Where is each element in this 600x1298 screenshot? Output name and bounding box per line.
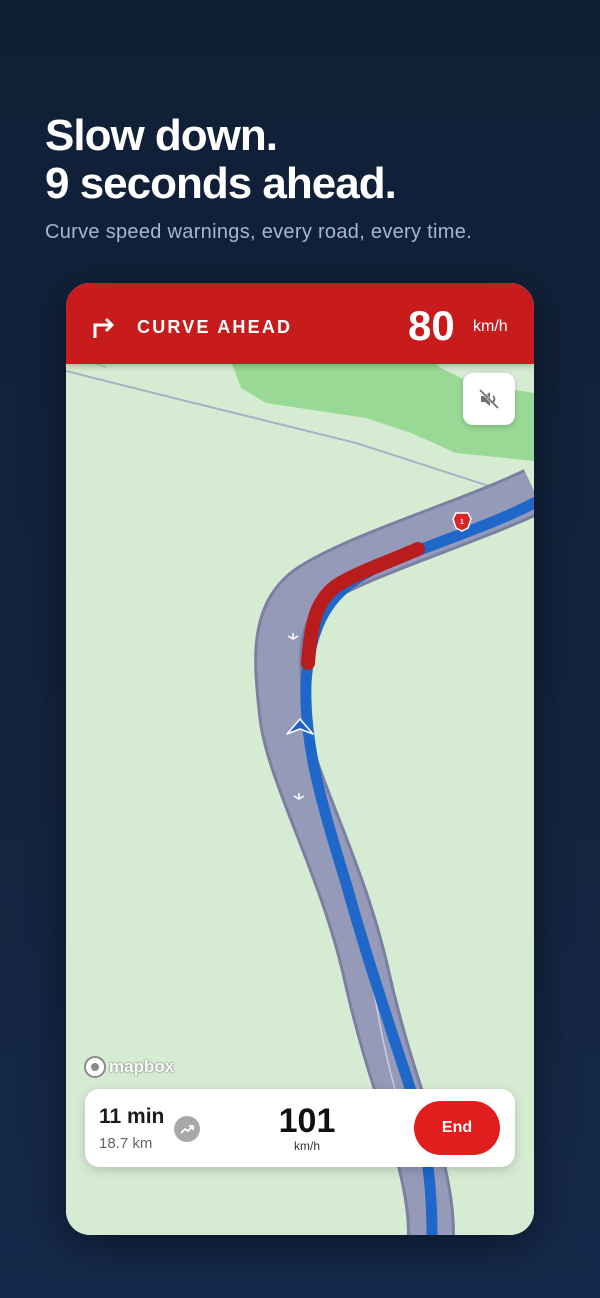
route-overview-button[interactable]: [174, 1116, 200, 1142]
promo-subtitle: Curve speed warnings, every road, every …: [45, 221, 473, 243]
headline-line-1: Slow down.: [45, 111, 278, 160]
trip-progress-bar: 11 min 18.7 km 101 km/h End: [85, 1089, 515, 1167]
banner-title: CURVE AHEAD: [137, 317, 293, 337]
remaining-distance: 18.7 km: [99, 1135, 153, 1152]
curve-warning-banner: CURVE AHEAD 80 km/h: [66, 283, 534, 364]
route-shield-1: 1: [452, 512, 472, 532]
trend-up-icon: [180, 1125, 194, 1134]
speed-unit: km/h: [473, 318, 508, 335]
current-speed: 101: [278, 1102, 336, 1140]
attribution-text: mapbox: [109, 1057, 175, 1076]
speaker-muted-icon: [478, 388, 500, 410]
mute-button[interactable]: [463, 373, 515, 425]
end-navigation-button[interactable]: End: [414, 1101, 500, 1155]
current-speed-unit: km/h: [293, 1139, 320, 1153]
mapbox-logo-icon: [84, 1056, 106, 1078]
phone-screen: 1 CURVE AHEAD 80 km/h mapbox 11 min 18.7…: [66, 283, 534, 1235]
headline-line-2: 9 seconds ahead.: [45, 159, 397, 208]
mapbox-attribution[interactable]: mapbox: [84, 1056, 174, 1078]
eta-time: 11 min: [99, 1105, 165, 1128]
svg-text:1: 1: [460, 519, 464, 526]
promo-headline: Slow down. 9 seconds ahead.: [45, 111, 397, 208]
curve-speed-limit: 80: [408, 302, 455, 349]
turn-right-arrow-icon: [93, 317, 115, 338]
